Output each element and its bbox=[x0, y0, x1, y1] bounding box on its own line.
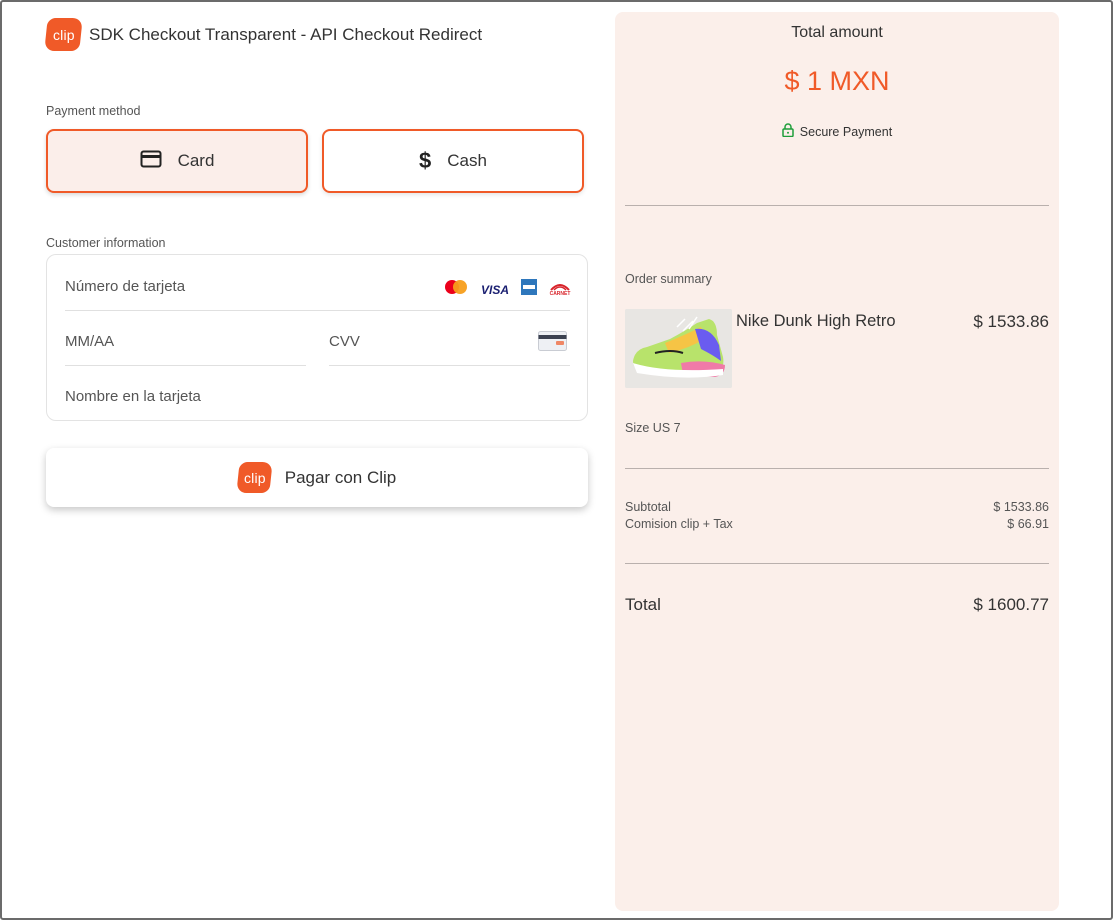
carnet-icon: CARNET bbox=[549, 282, 571, 297]
grand-total-row: Total $ 1600.77 bbox=[625, 595, 1049, 615]
pay-with-clip-button[interactable]: clip Pagar con Clip bbox=[46, 448, 588, 507]
cardholder-name-input[interactable]: Nombre en la tarjeta bbox=[65, 388, 201, 405]
secure-payment-label: Secure Payment bbox=[799, 124, 893, 139]
credit-card-icon bbox=[140, 150, 162, 173]
clip-button-logo-text: clip bbox=[243, 469, 266, 486]
mastercard-icon bbox=[443, 279, 469, 300]
cvv-input[interactable]: CVV bbox=[329, 333, 360, 350]
page-header: clip SDK Checkout Transparent - API Chec… bbox=[44, 18, 483, 51]
lock-icon bbox=[782, 123, 794, 140]
carnet-label: CARNET bbox=[549, 291, 571, 297]
fee-row: Comision clip + Tax $ 66.91 bbox=[625, 517, 1049, 531]
amex-icon bbox=[521, 279, 537, 300]
subtotal-row: Subtotal $ 1533.86 bbox=[625, 500, 1049, 514]
card-brands: VISA CARNET bbox=[443, 279, 571, 300]
summary-divider-middle bbox=[625, 468, 1049, 469]
customer-info-label: Customer information bbox=[46, 236, 166, 250]
card-form: Número de tarjeta VISA CARNET MM/AA CVV … bbox=[46, 254, 588, 421]
order-summary-panel: Total amount $ 1 MXN Secure Payment Orde… bbox=[615, 12, 1059, 911]
cvv-card-icon bbox=[538, 331, 567, 356]
summary-divider-bottom bbox=[625, 563, 1049, 564]
expiry-input[interactable]: MM/AA bbox=[65, 333, 114, 350]
clip-logo-text: clip bbox=[52, 26, 75, 43]
subtotal-value: $ 1533.86 bbox=[993, 500, 1049, 514]
order-summary-label: Order summary bbox=[625, 272, 712, 286]
card-method-label: Card bbox=[177, 151, 215, 170]
secure-payment: Secure Payment bbox=[615, 123, 1059, 140]
total-amount-value: $ 1 MXN bbox=[784, 66, 890, 96]
fee-value: $ 66.91 bbox=[1007, 517, 1049, 531]
product-name: Nike Dunk High Retro bbox=[736, 312, 896, 330]
card-method-button[interactable]: Card bbox=[46, 129, 308, 193]
grand-total-value: $ 1600.77 bbox=[973, 595, 1049, 614]
product-price: $ 1533.86 bbox=[973, 312, 1049, 331]
grand-total-label: Total bbox=[625, 595, 661, 614]
cash-method-button[interactable]: $ Cash bbox=[322, 129, 584, 193]
checkout-window: clip SDK Checkout Transparent - API Chec… bbox=[0, 0, 1113, 920]
visa-icon: VISA bbox=[480, 282, 509, 297]
card-number-input[interactable]: Número de tarjeta bbox=[65, 278, 185, 295]
cvv-underline bbox=[329, 365, 570, 366]
cash-method-label: Cash bbox=[447, 151, 487, 170]
total-amount-label: Total amount bbox=[791, 24, 883, 41]
clip-button-logo: clip bbox=[236, 462, 273, 493]
pay-button-label: Pagar con Clip bbox=[284, 467, 397, 487]
clip-logo: clip bbox=[44, 18, 83, 51]
product-size: Size US 7 bbox=[625, 421, 681, 435]
subtotal-label: Subtotal bbox=[625, 500, 671, 514]
page-title: SDK Checkout Transparent - API Checkout … bbox=[89, 24, 483, 44]
payment-method-label: Payment method bbox=[46, 104, 141, 118]
dollar-icon: $ bbox=[419, 148, 432, 173]
card-number-underline bbox=[65, 310, 570, 311]
fee-label: Comision clip + Tax bbox=[625, 517, 733, 531]
expiry-underline bbox=[65, 365, 306, 366]
summary-divider-top bbox=[625, 205, 1049, 206]
product-image bbox=[625, 309, 732, 388]
